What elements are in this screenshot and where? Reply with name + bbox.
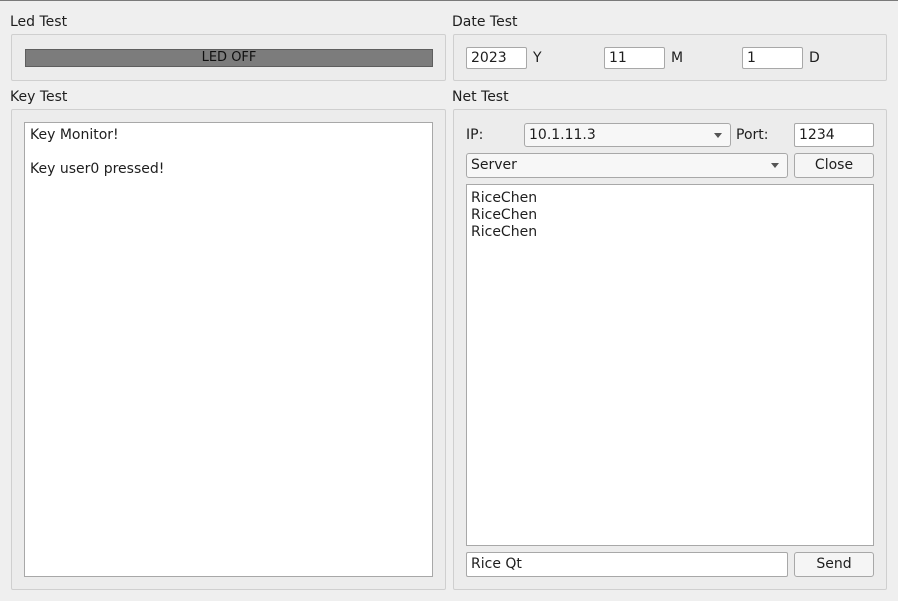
key-test-group: Key Monitor! Key user0 pressed! (11, 109, 446, 590)
net-test-group: IP: 10.1.11.3 Port: 1234 Server Close Ri… (453, 109, 887, 590)
led-test-title: Led Test (10, 14, 68, 30)
mode-select-value: Server (471, 157, 517, 173)
port-label: Port: (736, 127, 769, 143)
day-field[interactable]: 1 (742, 47, 803, 69)
key-monitor-text[interactable]: Key Monitor! Key user0 pressed! (24, 122, 433, 577)
ip-select[interactable]: 10.1.11.3 (524, 123, 731, 147)
year-field[interactable]: 2023 (466, 47, 527, 69)
date-test-title: Date Test (452, 14, 518, 30)
year-label: Y (533, 50, 542, 66)
key-log-line: Key Monitor! (30, 127, 119, 143)
ip-label: IP: (466, 127, 484, 143)
message-line: RiceChen (471, 190, 538, 206)
key-log-line (30, 144, 427, 161)
led-test-group: LED OFF (11, 34, 446, 81)
key-test-title: Key Test (10, 89, 68, 105)
chevron-down-icon (714, 133, 722, 138)
net-test-title: Net Test (452, 89, 509, 105)
day-label: D (809, 50, 820, 66)
send-button[interactable]: Send (794, 552, 874, 577)
chevron-down-icon (771, 163, 779, 168)
port-field[interactable]: 1234 (794, 123, 874, 147)
net-message-log[interactable]: RiceChen RiceChen RiceChen (466, 184, 874, 546)
send-message-input[interactable]: Rice Qt (466, 552, 788, 577)
message-line: RiceChen (471, 224, 538, 240)
led-status-indicator: LED OFF (25, 49, 433, 67)
month-field[interactable]: 11 (604, 47, 665, 69)
mode-select[interactable]: Server (466, 153, 788, 178)
message-line: RiceChen (471, 207, 538, 223)
ip-select-value: 10.1.11.3 (529, 127, 596, 143)
close-button[interactable]: Close (794, 153, 874, 178)
key-log-line: Key user0 pressed! (30, 161, 165, 177)
month-label: M (671, 50, 684, 66)
date-test-group: 2023 Y 11 M 1 D (453, 34, 887, 81)
